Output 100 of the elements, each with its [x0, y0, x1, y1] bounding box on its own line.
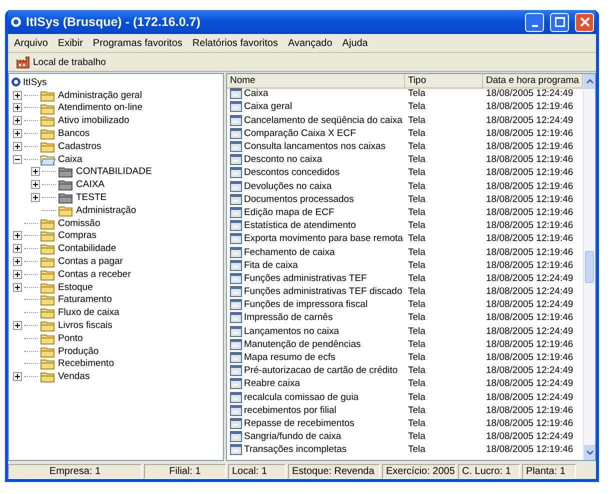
menu-item[interactable]: Exibir — [58, 38, 83, 48]
minimize-button[interactable] — [525, 12, 544, 32]
tree-item[interactable]: CAIXA — [76, 179, 105, 190]
folder-icon — [58, 204, 74, 217]
table-cell: 18/08/2005 12:24:49 — [486, 114, 574, 126]
tree-item[interactable]: Fluxo de caixa — [58, 307, 120, 318]
tree-item[interactable]: Atendimento on-line — [58, 102, 142, 114]
table-cell: Tela — [408, 141, 426, 152]
scroll-thumb[interactable] — [585, 251, 594, 283]
plus-icon — [14, 130, 21, 138]
expand-button[interactable] — [13, 129, 22, 138]
plus-icon — [14, 322, 21, 330]
tree-item[interactable]: Faturamento — [58, 294, 112, 306]
column-header[interactable]: Tipo — [405, 74, 483, 89]
tree-item[interactable]: Comissão — [58, 218, 100, 229]
tree-item[interactable]: Bancos — [58, 128, 90, 140]
menu-item[interactable]: Arquivo — [14, 38, 48, 48]
program-icon — [230, 285, 242, 298]
column-header[interactable]: Data e hora programa — [483, 74, 583, 89]
tree-item[interactable]: Estoque — [58, 282, 93, 293]
table-cell: Tela — [408, 154, 426, 166]
table-cell: 18/08/2005 12:24:49 — [486, 378, 574, 390]
expand-button[interactable] — [13, 321, 22, 330]
expand-button[interactable] — [13, 244, 22, 254]
column-header[interactable]: Nome — [227, 74, 405, 89]
expand-button[interactable] — [13, 270, 22, 279]
table-cell: Caixa geral — [244, 101, 292, 112]
tree-item[interactable]: Contas a pagar — [58, 256, 123, 268]
plus-icon — [14, 232, 21, 240]
program-icon — [230, 311, 242, 324]
expand-button[interactable] — [13, 116, 22, 126]
expand-button[interactable] — [31, 193, 40, 202]
expand-button[interactable] — [13, 231, 22, 240]
expand-button[interactable] — [13, 372, 22, 382]
plus-icon — [32, 181, 39, 188]
toolbar-button[interactable]: Local de trabalho — [14, 55, 108, 69]
folder-icon — [40, 242, 56, 256]
status-field: Filial: 1 — [144, 464, 226, 479]
table-cell: Tela — [408, 444, 426, 456]
tree-item[interactable]: Vendas — [58, 371, 90, 382]
close-button[interactable] — [575, 12, 594, 32]
expand-button[interactable] — [13, 142, 22, 151]
folder-icon — [40, 127, 56, 140]
caret-up-icon — [586, 78, 594, 85]
menu-item[interactable]: Ajuda — [342, 38, 368, 48]
folder-icon — [40, 357, 56, 370]
table-cell: Tela — [408, 128, 426, 139]
table-cell: Tela — [408, 338, 426, 350]
table-cell: 18/08/2005 12:19:46 — [486, 418, 574, 429]
table-cell: Reabre caixa — [244, 378, 300, 390]
expand-button[interactable] — [31, 167, 40, 176]
maximize-button[interactable] — [550, 12, 569, 32]
program-icon — [230, 351, 242, 364]
folder-icon — [40, 140, 56, 153]
expand-button[interactable] — [13, 257, 22, 266]
plus-icon — [32, 168, 39, 176]
table-cell: Tela — [408, 114, 426, 126]
table-cell: Tela — [408, 365, 426, 376]
tree-item[interactable]: Recebimento — [58, 358, 114, 370]
tree-item[interactable]: TESTE — [76, 192, 107, 204]
collapse-button[interactable] — [13, 154, 22, 164]
table-cell: Tela — [408, 352, 426, 364]
table-cell: Tela — [408, 378, 426, 390]
tree-item[interactable]: CONTABILIDADE — [76, 166, 152, 178]
menu-item[interactable]: Avançado — [288, 38, 332, 48]
tree-item[interactable]: Administração geral — [58, 90, 142, 101]
tree-item[interactable]: Produção — [58, 346, 99, 357]
tree-item[interactable]: Compras — [58, 230, 97, 242]
tree-item[interactable]: Ponto — [58, 332, 83, 344]
program-icon — [230, 87, 242, 100]
table-cell: Tela — [408, 233, 426, 244]
caret-down-icon — [586, 449, 594, 456]
tree-item[interactable]: ItISys — [23, 76, 47, 88]
expand-button[interactable] — [13, 103, 22, 112]
scroll-down-button[interactable] — [584, 445, 595, 460]
expand-button[interactable] — [31, 180, 40, 190]
tree-item[interactable]: Cadastros — [58, 140, 102, 152]
status-field: Exercício: 2005 — [382, 464, 456, 479]
plus-icon — [14, 142, 21, 150]
tree-item[interactable]: Ativo imobilizado — [58, 115, 130, 126]
tree-item[interactable]: Contabilidade — [58, 243, 116, 254]
folder-icon — [58, 165, 74, 178]
tree-item[interactable]: Caixa — [58, 154, 82, 165]
table-cell: 18/08/2005 12:19:46 — [486, 352, 574, 364]
tree-item[interactable]: Contas a receber — [58, 268, 131, 280]
expand-button[interactable] — [13, 90, 22, 100]
folder-icon — [40, 216, 56, 230]
table-cell: Tela — [408, 312, 426, 324]
expand-button[interactable] — [13, 282, 22, 292]
tree-item[interactable]: Livros fiscais — [58, 320, 112, 332]
table-cell: 18/08/2005 12:19:46 — [486, 338, 574, 350]
folder-icon — [58, 191, 74, 204]
tree-item[interactable]: Administração — [76, 204, 136, 216]
menu-item[interactable]: Programas favoritos — [92, 38, 182, 48]
scroll-up-button[interactable] — [584, 74, 595, 89]
menu-item[interactable]: Relatórios favoritos — [192, 38, 278, 48]
minimize-icon — [532, 24, 538, 26]
app-icon — [10, 16, 22, 28]
folder-icon — [58, 178, 74, 192]
table-cell: 18/08/2005 12:24:49 — [486, 286, 574, 298]
